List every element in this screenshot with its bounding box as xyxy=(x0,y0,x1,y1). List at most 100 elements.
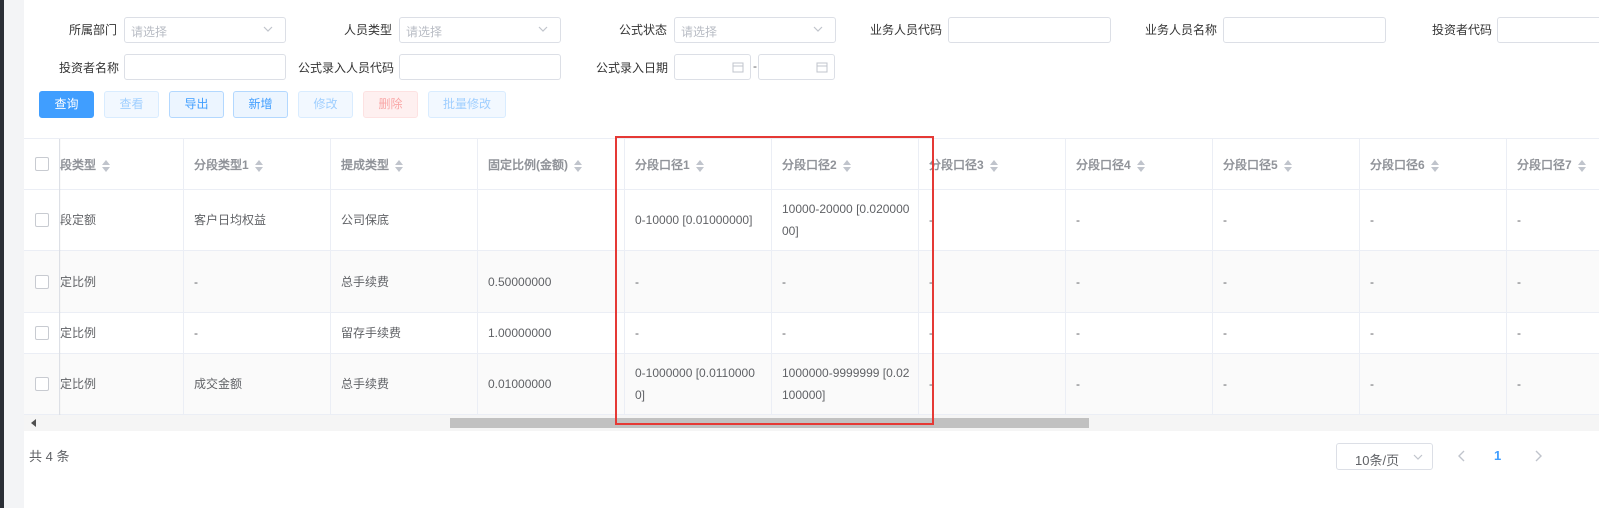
sort-icon[interactable] xyxy=(989,159,998,172)
table-cell: - xyxy=(1360,251,1507,312)
export-button[interactable]: 导出 xyxy=(169,91,224,118)
total-count: 共 4 条 xyxy=(29,449,70,464)
table-row[interactable]: 段定额 客户日均权益 公司保底 0-10000 [0.01000000] 100… xyxy=(24,189,1599,251)
sort-icon[interactable] xyxy=(395,159,404,172)
col-header-label: 分段口径5 xyxy=(1223,158,1278,172)
table-cell: 总手续费 xyxy=(331,354,478,414)
table-cell: - xyxy=(184,313,331,353)
investor-code-input[interactable] xyxy=(1497,17,1599,43)
table-cell: - xyxy=(1066,251,1213,312)
sort-icon[interactable] xyxy=(1136,159,1145,172)
row-checkbox[interactable] xyxy=(35,377,49,391)
row-checkbox[interactable] xyxy=(35,326,49,340)
table-cell: - xyxy=(1507,354,1599,414)
table-cell: - xyxy=(1066,189,1213,250)
batch-edit-button[interactable]: 批量修改 xyxy=(428,91,506,118)
row-checkbox[interactable] xyxy=(35,213,49,227)
agent-code-input[interactable] xyxy=(948,17,1111,43)
col-header[interactable]: 分段口径2 xyxy=(772,139,919,189)
staff-type-placeholder: 请选择 xyxy=(406,25,443,39)
table-cell: 0.50000000 xyxy=(478,251,625,312)
table-cell: - xyxy=(919,313,1066,353)
table-cell: - xyxy=(1360,189,1507,250)
date-separator: - xyxy=(753,59,757,73)
sort-icon[interactable] xyxy=(254,159,263,172)
chevron-down-icon xyxy=(813,26,823,32)
add-button[interactable]: 新增 xyxy=(233,91,288,118)
col-header-label: 分段口径7 xyxy=(1517,158,1572,172)
table-cell: - xyxy=(1507,189,1599,250)
col-header[interactable]: 分段口径3 xyxy=(919,139,1066,189)
col-header[interactable]: 分段口径1 xyxy=(625,139,772,189)
select-all-checkbox[interactable] xyxy=(35,157,49,171)
view-button[interactable]: 查看 xyxy=(104,91,159,118)
chevron-right-icon[interactable] xyxy=(1530,447,1546,465)
fixed-column-shadow xyxy=(59,139,61,415)
sort-icon[interactable] xyxy=(1430,159,1439,172)
dept-select[interactable]: 请选择 xyxy=(124,17,286,43)
table-cell: - xyxy=(1507,313,1599,353)
query-button[interactable]: 查询 xyxy=(39,91,94,118)
table-row[interactable]: 定比例 - 总手续费 0.50000000 - - - - - - - xyxy=(24,251,1599,313)
delete-button[interactable]: 删除 xyxy=(363,91,418,118)
investor-name-input[interactable] xyxy=(124,54,286,80)
row-select-cell xyxy=(24,189,60,250)
table-row[interactable]: 定比例 成交金额 总手续费 0.01000000 0-1000000 [0.01… xyxy=(24,354,1599,415)
table-header: 段类型 分段类型1 提成类型 固定比例(金额) 分段口径1 分段口径2 分段口径… xyxy=(24,139,1599,190)
scroll-left-arrow-icon[interactable] xyxy=(31,419,36,427)
col-header-label: 提成类型 xyxy=(341,158,390,172)
table-cell: - xyxy=(184,251,331,312)
table-row[interactable]: 定比例 - 留存手续费 1.00000000 - - - - - - - xyxy=(24,313,1599,354)
col-header[interactable]: 提成类型 xyxy=(331,139,478,189)
header-select-cell xyxy=(24,139,60,189)
row-checkbox[interactable] xyxy=(35,275,49,289)
staff-type-select[interactable]: 请选择 xyxy=(399,17,561,43)
sort-icon[interactable] xyxy=(1577,159,1586,172)
investor-code-label: 投资者代码 xyxy=(1432,23,1493,37)
entry-staff-code-label: 公式录入人员代码 xyxy=(298,61,395,75)
col-header[interactable]: 分段口径7 xyxy=(1507,139,1599,189)
chevron-left-icon[interactable] xyxy=(1454,447,1470,465)
entry-date-start[interactable] xyxy=(674,54,751,80)
col-header-label: 分段口径1 xyxy=(635,158,690,172)
entry-staff-code-input[interactable] xyxy=(399,54,561,80)
col-header[interactable]: 段类型 xyxy=(60,139,184,189)
table-cell: 定比例 xyxy=(60,313,184,353)
chevron-down-icon xyxy=(1413,454,1423,460)
table-cell: - xyxy=(772,313,919,353)
entry-date-label: 公式录入日期 xyxy=(596,61,669,75)
col-header-label: 分段口径2 xyxy=(782,158,837,172)
col-header[interactable]: 分段口径5 xyxy=(1213,139,1360,189)
formula-status-select[interactable]: 请选择 xyxy=(674,17,836,43)
sort-icon[interactable] xyxy=(1283,159,1292,172)
sort-icon[interactable] xyxy=(102,159,111,172)
col-header[interactable]: 分段口径4 xyxy=(1066,139,1213,189)
row-select-cell xyxy=(24,354,60,414)
chevron-down-icon xyxy=(263,26,273,32)
table-cell: - xyxy=(772,251,919,312)
table-cell: 定比例 xyxy=(60,354,184,414)
sort-icon[interactable] xyxy=(842,159,851,172)
col-header[interactable]: 固定比例(金额) xyxy=(478,139,625,189)
col-header[interactable]: 分段类型1 xyxy=(184,139,331,189)
table-cell: 总手续费 xyxy=(331,251,478,312)
calendar-icon xyxy=(816,62,828,73)
page-size-select[interactable]: 10条/页 xyxy=(1336,443,1433,470)
table-cell: - xyxy=(919,251,1066,312)
sort-icon[interactable] xyxy=(695,159,704,172)
table-cell: - xyxy=(1213,189,1360,250)
sort-icon[interactable] xyxy=(574,159,582,172)
edit-button[interactable]: 修改 xyxy=(298,91,353,118)
agent-code-label: 业务人员代码 xyxy=(870,23,943,37)
agent-name-input[interactable] xyxy=(1223,17,1386,43)
horizontal-scrollbar[interactable] xyxy=(24,415,1599,431)
col-header[interactable]: 分段口径6 xyxy=(1360,139,1507,189)
table-cell: - xyxy=(1213,354,1360,414)
scrollbar-thumb[interactable] xyxy=(450,418,1089,428)
table-cell: - xyxy=(625,251,772,312)
table-cell: 10000-20000 [0.02000000] xyxy=(772,189,919,250)
left-gutter xyxy=(4,0,24,508)
table-cell: - xyxy=(1213,251,1360,312)
current-page[interactable]: 1 xyxy=(1494,448,1501,463)
entry-date-end[interactable] xyxy=(758,54,835,80)
